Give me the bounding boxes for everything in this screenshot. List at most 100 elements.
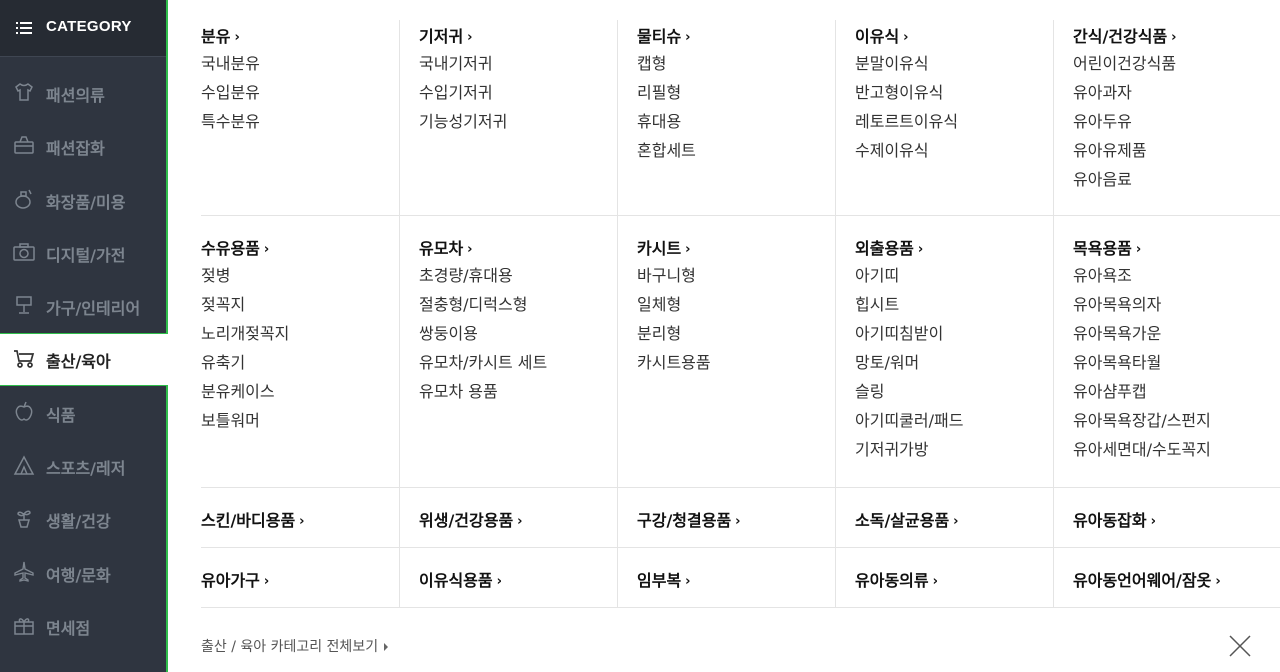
- category-title[interactable]: 이유식 ›: [855, 23, 909, 47]
- category-title[interactable]: 기저귀 ›: [419, 23, 473, 47]
- subcategory-link[interactable]: 분유케이스: [201, 377, 289, 406]
- subcategory-link[interactable]: 캡형: [637, 49, 696, 78]
- subcategory-link[interactable]: 아기띠침받이: [855, 319, 963, 348]
- category-title[interactable]: 유아동언어웨어/잠옷 ›: [1073, 567, 1221, 591]
- subcategory-link[interactable]: 유아유제품: [1073, 136, 1176, 165]
- subcategory-link[interactable]: 유아목욕의자: [1073, 290, 1211, 319]
- sidebar-item-10[interactable]: 여행/문화: [0, 546, 166, 599]
- camera-icon: [13, 243, 35, 261]
- subcategory-link[interactable]: 기저귀가방: [855, 435, 963, 464]
- category-title[interactable]: 소독/살균용품 ›: [855, 507, 959, 531]
- category-title[interactable]: 물티슈 ›: [637, 23, 691, 47]
- subcategory-link[interactable]: 유아목욕장갑/스펀지: [1073, 406, 1211, 435]
- sidebar-item-6[interactable]: 출산/육아: [0, 333, 168, 386]
- subcategory-link[interactable]: 보틀워머: [201, 406, 289, 435]
- close-icon[interactable]: [1228, 634, 1252, 658]
- category-title[interactable]: 위생/건강용품 ›: [419, 507, 523, 531]
- subcategory-list: 초경량/휴대용 절충형/디럭스형 쌍둥이용 유모차/카시트 세트 유모차 용품: [419, 261, 547, 406]
- sidebar-item-11[interactable]: 면세점: [0, 599, 166, 652]
- subcategory-link[interactable]: 슬링: [855, 377, 963, 406]
- chevron-right-icon: ›: [685, 242, 691, 257]
- subcategory-link[interactable]: 쌍둥이용: [419, 319, 547, 348]
- category-title[interactable]: 수유용품 ›: [201, 235, 269, 259]
- category-panel: 분유 › 국내분유 수입분유 특수분유 기저귀 › 국내기저귀 수입기저귀 기능성기저귀 물티슈 › 캡…: [168, 0, 1280, 672]
- sidebar-item-1[interactable]: 패션의류: [0, 66, 166, 119]
- category-title-label: 기저귀: [419, 27, 464, 46]
- subcategory-link[interactable]: 분말이유식: [855, 49, 958, 78]
- subcategory-link[interactable]: 카시트용품: [637, 348, 711, 377]
- subcategory-link[interactable]: 유모차 용품: [419, 377, 547, 406]
- category-title-label: 이유식용품: [419, 571, 493, 590]
- subcategory-link[interactable]: 어린이건강식품: [1073, 49, 1176, 78]
- subcategory-link[interactable]: 초경량/휴대용: [419, 261, 547, 290]
- subcategory-link[interactable]: 아기띠쿨러/패드: [855, 406, 963, 435]
- view-all-category-link[interactable]: 출산 / 육아 카테고리 전체보기: [201, 636, 389, 656]
- sidebar-item-7[interactable]: 식품: [0, 386, 166, 439]
- column-divider: [1053, 547, 1054, 607]
- subcategory-link[interactable]: 바구니형: [637, 261, 711, 290]
- subcategory-link[interactable]: 반고형이유식: [855, 78, 958, 107]
- sidebar-item-label: 면세점: [46, 619, 91, 638]
- category-title-label: 이유식: [855, 27, 900, 46]
- subcategory-list: 분말이유식 반고형이유식 레토르트이유식 수제이유식: [855, 49, 958, 165]
- subcategory-link[interactable]: 유축기: [201, 348, 289, 377]
- category-title[interactable]: 분유 ›: [201, 23, 240, 47]
- category-title[interactable]: 외출용품 ›: [855, 235, 923, 259]
- subcategory-link[interactable]: 특수분유: [201, 107, 260, 136]
- subcategory-link[interactable]: 일체형: [637, 290, 711, 319]
- subcategory-link[interactable]: 분리형: [637, 319, 711, 348]
- subcategory-link[interactable]: 기능성기저귀: [419, 107, 507, 136]
- subcategory-link[interactable]: 레토르트이유식: [855, 107, 958, 136]
- subcategory-link[interactable]: 국내분유: [201, 49, 260, 78]
- category-title[interactable]: 유아동잡화 ›: [1073, 507, 1156, 531]
- subcategory-link[interactable]: 유아목욕타월: [1073, 348, 1211, 377]
- column-divider: [835, 487, 836, 547]
- subcategory-link[interactable]: 노리개젖꼭지: [201, 319, 289, 348]
- category-title[interactable]: 임부복 ›: [637, 567, 691, 591]
- subcategory-link[interactable]: 혼합세트: [637, 136, 696, 165]
- subcategory-link[interactable]: 유아목욕가운: [1073, 319, 1211, 348]
- sidebar-item-2[interactable]: 패션잡화: [0, 119, 166, 172]
- category-title[interactable]: 목욕용품 ›: [1073, 235, 1141, 259]
- category-title[interactable]: 이유식용품 ›: [419, 567, 502, 591]
- category-title[interactable]: 간식/건강식품 ›: [1073, 23, 1177, 47]
- subcategory-link[interactable]: 유아음료: [1073, 165, 1176, 194]
- subcategory-link[interactable]: 수입분유: [201, 78, 260, 107]
- category-title[interactable]: 카시트 ›: [637, 235, 691, 259]
- view-all-category-label: 출산 / 육아 카테고리 전체보기: [201, 639, 379, 655]
- chevron-right-icon: ›: [1150, 514, 1156, 529]
- subcategory-link[interactable]: 유아욕조: [1073, 261, 1211, 290]
- subcategory-link[interactable]: 수입기저귀: [419, 78, 507, 107]
- subcategory-link[interactable]: 국내기저귀: [419, 49, 507, 78]
- sidebar-item-4[interactable]: 디지털/가전: [0, 226, 166, 279]
- subcategory-link[interactable]: 아기띠: [855, 261, 963, 290]
- category-title[interactable]: 구강/청결용품 ›: [637, 507, 741, 531]
- category-title[interactable]: 유아동의류 ›: [855, 567, 938, 591]
- sidebar-item-9[interactable]: 생활/건강: [0, 492, 166, 545]
- subcategory-link[interactable]: 힙시트: [855, 290, 963, 319]
- cosmetics-icon: [15, 189, 32, 209]
- category-title[interactable]: 유아가구 ›: [201, 567, 269, 591]
- subcategory-link[interactable]: 젖꼭지: [201, 290, 289, 319]
- subcategory-link[interactable]: 리필형: [637, 78, 696, 107]
- sidebar-item-label: 식품: [46, 405, 76, 425]
- category-title-label: 카시트: [637, 239, 682, 258]
- subcategory-link[interactable]: 휴대용: [637, 107, 696, 136]
- sidebar-item-3[interactable]: 화장품/미용: [0, 173, 166, 226]
- stroller-icon: [14, 350, 35, 368]
- subcategory-link[interactable]: 유아과자: [1073, 78, 1176, 107]
- subcategory-link[interactable]: 유아샴푸캡: [1073, 377, 1211, 406]
- sidebar-item-8[interactable]: 스포츠/레저: [0, 439, 166, 492]
- category-header: CATEGORY: [0, 0, 166, 57]
- subcategory-link[interactable]: 수제이유식: [855, 136, 958, 165]
- sidebar-item-5[interactable]: 가구/인테리어: [0, 279, 166, 332]
- subcategory-link[interactable]: 유아세면대/수도꼭지: [1073, 435, 1211, 464]
- chevron-right-icon: ›: [263, 242, 270, 257]
- subcategory-link[interactable]: 유모차/카시트 세트: [419, 348, 547, 377]
- category-title[interactable]: 유모차 ›: [419, 235, 473, 259]
- subcategory-link[interactable]: 절충형/디럭스형: [419, 290, 547, 319]
- subcategory-link[interactable]: 젖병: [201, 261, 289, 290]
- subcategory-link[interactable]: 망토/워머: [855, 348, 963, 377]
- subcategory-link[interactable]: 유아두유: [1073, 107, 1176, 136]
- category-title[interactable]: 스킨/바디용품 ›: [201, 507, 305, 531]
